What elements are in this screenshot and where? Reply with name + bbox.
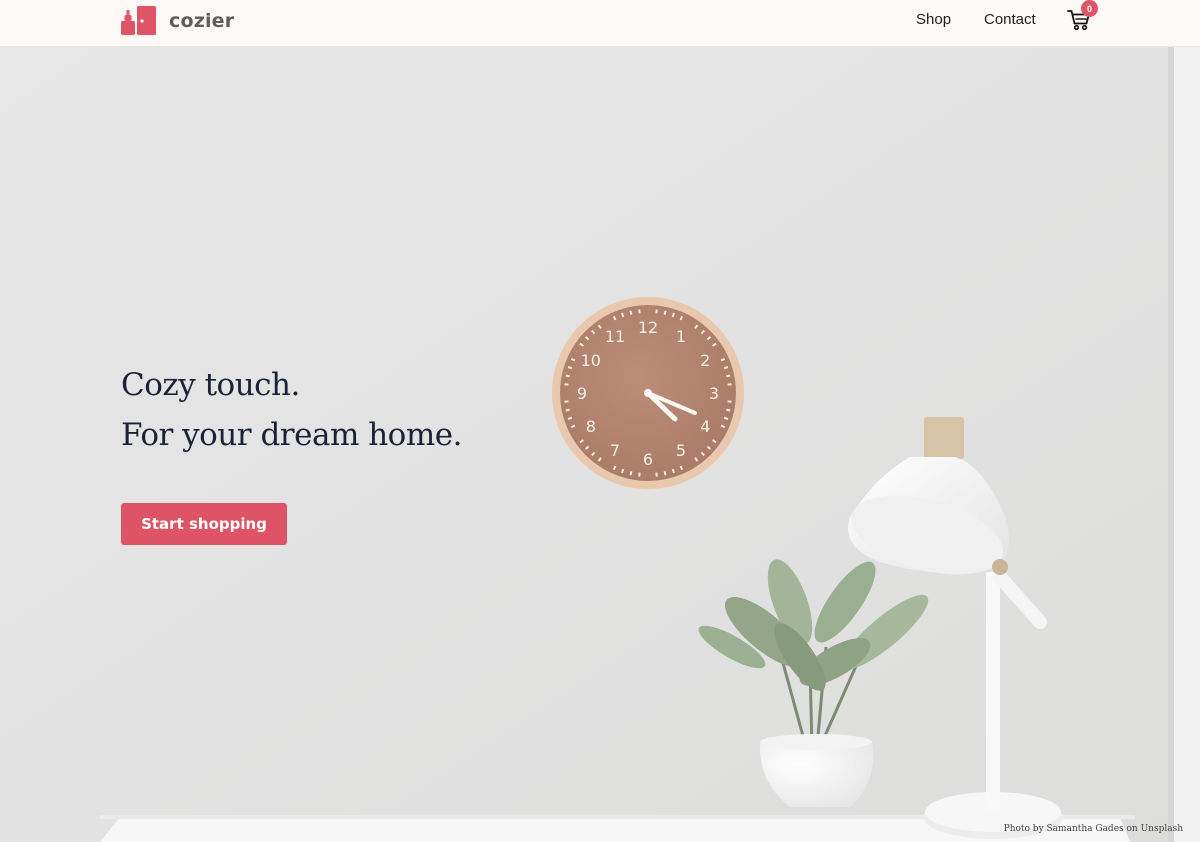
clock-tick bbox=[565, 408, 570, 412]
clock-numeral: 8 bbox=[586, 417, 596, 436]
photo-credit: Photo by Samantha Gades on Unsplash bbox=[1003, 824, 1183, 834]
clock-tick bbox=[723, 366, 729, 370]
clock-tick bbox=[629, 471, 633, 476]
headline-line-2: For your dream home. bbox=[121, 417, 462, 453]
clock-numeral: 11 bbox=[605, 327, 625, 346]
clock-tick bbox=[671, 468, 675, 474]
hero-headline: Cozy touch. For your dream home. bbox=[121, 360, 462, 460]
start-shopping-button[interactable]: Start shopping bbox=[121, 503, 287, 545]
clock-numeral: 4 bbox=[700, 417, 710, 436]
cozier-logo-icon bbox=[121, 6, 156, 35]
clock-tick bbox=[726, 408, 731, 412]
cart-count-badge: 0 bbox=[1081, 0, 1098, 17]
clock-numeral: 2 bbox=[700, 351, 710, 370]
headline-line-1: Cozy touch. bbox=[121, 367, 300, 403]
brand-name: cozier bbox=[169, 10, 235, 32]
clock-numeral: 10 bbox=[581, 351, 601, 370]
nav-link-shop[interactable]: Shop bbox=[916, 11, 951, 28]
clock-tick bbox=[663, 310, 667, 315]
clock-tick bbox=[565, 374, 570, 378]
clock-numeral: 1 bbox=[676, 327, 686, 346]
wall-clock: 12 12 3 45 6 78 9 1011 bbox=[552, 297, 744, 489]
clock-tick bbox=[726, 374, 731, 378]
clock-tick bbox=[723, 416, 729, 420]
clock-numeral: 9 bbox=[577, 384, 587, 403]
clock-tick bbox=[671, 312, 675, 318]
clock-numeral: 6 bbox=[643, 450, 653, 469]
clock-numeral: 3 bbox=[709, 384, 719, 403]
brand-logo[interactable]: cozier bbox=[121, 6, 234, 36]
clock-numeral: 5 bbox=[676, 441, 686, 460]
navbar: cozier Shop Contact 0 bbox=[0, 0, 1200, 47]
clock-tick bbox=[629, 310, 633, 315]
clock-tick bbox=[567, 366, 573, 370]
cart-button[interactable]: 0 bbox=[1067, 0, 1098, 32]
clock-tick bbox=[663, 471, 667, 476]
clock-tick bbox=[621, 468, 625, 474]
clock-numeral: 12 bbox=[638, 318, 658, 337]
clock-tick bbox=[621, 312, 625, 318]
nav-link-contact[interactable]: Contact bbox=[984, 11, 1036, 28]
hero-section: 12 1 2 3 4 5 6 7 8 9 10 11 Cozy touch. F… bbox=[0, 47, 1200, 842]
clock-tick bbox=[567, 416, 573, 420]
clock-numeral: 7 bbox=[610, 441, 620, 460]
